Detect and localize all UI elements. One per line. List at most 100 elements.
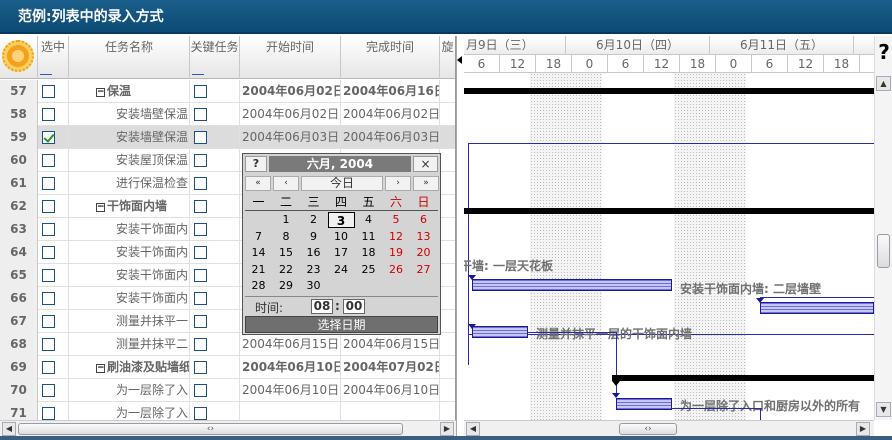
column-select[interactable]: 选中	[38, 36, 69, 79]
today-button[interactable]: 今日	[301, 176, 383, 191]
row-number[interactable]: 57	[0, 80, 38, 103]
task-name-cell[interactable]: 安装干饰面内	[69, 218, 190, 241]
collapse-icon[interactable]: −	[96, 203, 105, 212]
summary-bar[interactable]	[464, 88, 874, 94]
date-picker-help-button[interactable]: ?	[245, 156, 267, 172]
gantt-hscrollbar[interactable]: ◀ ‹› ▶	[464, 420, 874, 436]
task-name-cell[interactable]: 安装屋顶保温	[69, 149, 190, 172]
task-name-cell[interactable]: 为一层除了入	[69, 379, 190, 402]
hour-field[interactable]: 08	[311, 299, 333, 314]
row-number[interactable]: 58	[0, 103, 38, 126]
table-row[interactable]: 70 为一层除了入 2004年06月10日 2004年06月10日	[0, 379, 455, 402]
key-task-checkbox[interactable]	[194, 85, 207, 98]
select-checkbox[interactable]	[42, 407, 55, 420]
calendar-day[interactable]: 16	[300, 245, 327, 261]
select-checkbox[interactable]	[42, 338, 55, 351]
calendar-day[interactable]: 21	[245, 262, 272, 278]
calendar-day[interactable]: 28	[245, 278, 272, 294]
calendar-day[interactable]: 20	[410, 245, 437, 261]
calendar-day[interactable]: 8	[273, 229, 300, 245]
table-row[interactable]: 59 安装墙壁保温 2004年06月03日 2004年06月03日	[0, 126, 455, 149]
table-row[interactable]: 69 − 刷油漆及贴墙纸 2004年06月10日 2004年07月02日	[0, 356, 455, 379]
prev-month-button[interactable]: ‹	[273, 176, 299, 191]
calendar-day[interactable]: 18	[355, 245, 382, 261]
collapse-icon[interactable]: −	[96, 364, 105, 373]
start-date-cell[interactable]: 2004年06月15日	[240, 333, 341, 356]
calendar-day[interactable]: 4	[355, 212, 382, 228]
end-date-cell[interactable]	[341, 402, 440, 420]
end-date-cell[interactable]: 2004年06月10日	[341, 379, 440, 402]
select-checkbox[interactable]	[42, 131, 55, 144]
task-name-cell[interactable]: 安装墙壁保温	[69, 126, 190, 149]
row-number[interactable]: 71	[0, 402, 38, 420]
select-checkbox[interactable]	[42, 223, 55, 236]
column-extra[interactable]: 旋	[440, 36, 455, 79]
key-task-checkbox[interactable]	[194, 177, 207, 190]
task-name-cell[interactable]: 安装墙壁保温	[69, 103, 190, 126]
summary-bar[interactable]	[612, 375, 874, 381]
calendar-day[interactable]: 15	[273, 245, 300, 261]
row-number[interactable]: 64	[0, 241, 38, 264]
calendar-day[interactable]: 26	[383, 262, 410, 278]
row-number[interactable]: 67	[0, 310, 38, 333]
select-checkbox[interactable]	[42, 361, 55, 374]
end-date-cell[interactable]: 2004年07月02日	[341, 356, 440, 379]
select-checkbox[interactable]	[42, 154, 55, 167]
key-task-checkbox[interactable]	[194, 131, 207, 144]
select-checkbox[interactable]	[42, 384, 55, 397]
task-name-cell[interactable]: 进行保温检查	[69, 172, 190, 195]
task-name-cell[interactable]: − 刷油漆及贴墙纸	[69, 356, 190, 379]
task-bar[interactable]	[616, 398, 672, 410]
calendar-day[interactable]: 29	[273, 278, 300, 294]
calendar-day[interactable]: 25	[355, 262, 382, 278]
prev-year-button[interactable]: «	[245, 176, 271, 191]
select-checkbox[interactable]	[42, 108, 55, 121]
start-date-cell[interactable]: 2004年06月10日	[240, 356, 341, 379]
task-name-cell[interactable]: 安装干饰面内	[69, 241, 190, 264]
calendar-day[interactable]: 9	[300, 229, 327, 245]
select-checkbox[interactable]	[42, 269, 55, 282]
row-number[interactable]: 63	[0, 218, 38, 241]
start-date-cell[interactable]: 2004年06月10日	[240, 379, 341, 402]
key-task-checkbox[interactable]	[194, 246, 207, 259]
key-task-checkbox[interactable]	[194, 292, 207, 305]
collapse-icon[interactable]: −	[96, 88, 105, 97]
key-task-checkbox[interactable]	[194, 315, 207, 328]
task-bar[interactable]	[472, 279, 672, 291]
table-row[interactable]: 68 测量并抹平二 2004年06月15日 2004年06月15日	[0, 333, 455, 356]
next-year-button[interactable]: »	[413, 176, 439, 191]
key-task-checkbox[interactable]	[194, 407, 207, 420]
grid-hscrollbar[interactable]: ◀ ‹› ▶	[0, 420, 456, 436]
calendar-day[interactable]: 17	[328, 245, 355, 261]
summary-bar[interactable]	[464, 208, 874, 214]
calendar-day[interactable]: 3	[327, 212, 355, 228]
calendar-day[interactable]: 11	[355, 229, 382, 245]
task-bar[interactable]	[760, 302, 874, 314]
task-bar[interactable]	[472, 326, 528, 338]
task-name-cell[interactable]: 为一层除了入	[69, 402, 190, 420]
calendar-day[interactable]: 19	[383, 245, 410, 261]
column-name[interactable]: 任务名称	[69, 36, 190, 79]
calendar-day[interactable]: 10	[328, 229, 355, 245]
task-name-cell[interactable]: 安装干饰面内	[69, 287, 190, 310]
key-task-checkbox[interactable]	[194, 384, 207, 397]
grid-scroll-thumb[interactable]: ‹›	[18, 423, 403, 435]
key-task-checkbox[interactable]	[194, 154, 207, 167]
key-task-checkbox[interactable]	[194, 269, 207, 282]
select-checkbox[interactable]	[42, 292, 55, 305]
task-name-cell[interactable]: − 保温	[69, 80, 190, 103]
row-number[interactable]: 70	[0, 379, 38, 402]
end-date-cell[interactable]: 2004年06月16日	[341, 80, 440, 103]
calendar-day[interactable]: 7	[245, 229, 272, 245]
start-date-cell[interactable]	[240, 402, 341, 420]
calendar-day[interactable]: 6	[410, 212, 437, 228]
scroll-left-icon[interactable]: ◀	[466, 422, 480, 436]
minute-field[interactable]: 00	[343, 299, 365, 314]
end-date-cell[interactable]: 2004年06月02日	[341, 103, 440, 126]
date-picker-close-button[interactable]: ×	[413, 156, 438, 172]
key-task-checkbox[interactable]	[194, 338, 207, 351]
calendar-day[interactable]: 2	[300, 212, 327, 228]
end-date-cell[interactable]: 2004年06月15日	[341, 333, 440, 356]
row-number[interactable]: 66	[0, 287, 38, 310]
row-number[interactable]: 59	[0, 126, 38, 149]
